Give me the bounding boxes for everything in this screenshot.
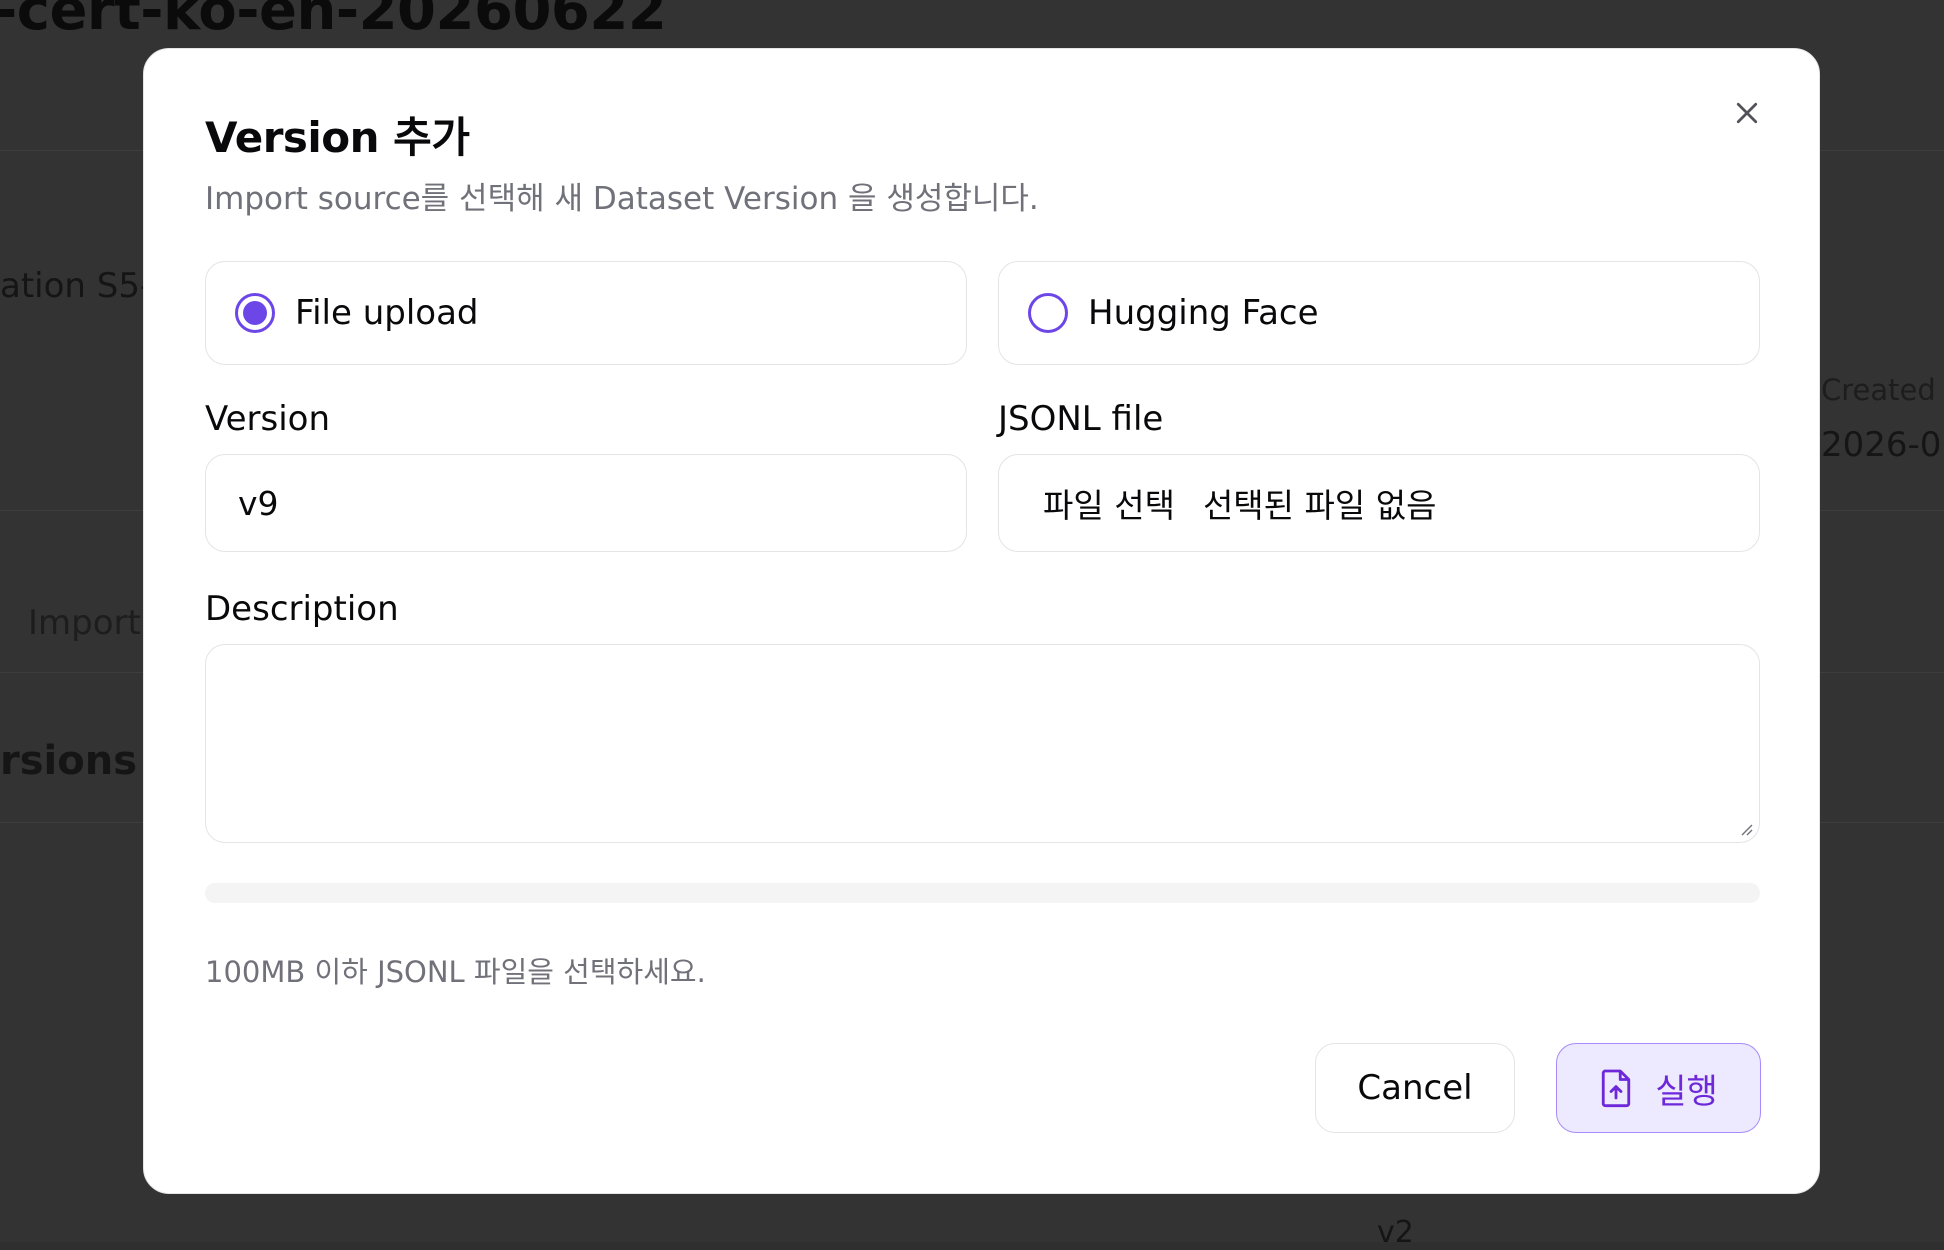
radio-unchecked-icon[interactable]	[1028, 293, 1068, 333]
add-version-dialog: Version 추가 Import source를 선택해 새 Dataset …	[143, 48, 1820, 1194]
run-button-label: 실행	[1655, 1071, 1718, 1112]
source-option-hugging-face[interactable]: Hugging Face	[998, 261, 1760, 365]
file-hint-text: 100MB 이하 JSONL 파일을 선택하세요.	[205, 955, 706, 989]
source-option-label: File upload	[295, 293, 479, 333]
file-upload-icon	[1599, 1068, 1633, 1108]
jsonl-file-input[interactable]: 파일 선택 선택된 파일 없음	[998, 454, 1760, 552]
background-version-cell: v2	[1377, 1215, 1414, 1250]
source-option-label: Hugging Face	[1088, 293, 1319, 333]
background-text: ation S5-	[0, 266, 153, 306]
import-tab: Import	[28, 603, 141, 643]
resize-handle-icon[interactable]	[1739, 822, 1753, 836]
run-button[interactable]: 실행	[1556, 1043, 1761, 1133]
close-icon	[1736, 102, 1758, 124]
dialog-description: Import source를 선택해 새 Dataset Version 을 생…	[205, 181, 1039, 217]
versions-heading: rsions	[0, 738, 138, 784]
description-textarea[interactable]	[205, 644, 1760, 843]
file-status-text: 선택된 파일 없음	[1202, 486, 1437, 525]
version-input[interactable]: v9	[205, 454, 967, 552]
choose-file-button[interactable]: 파일 선택	[1043, 479, 1175, 527]
page-title: -cert-ko-en-20260622	[0, 0, 667, 43]
source-option-file-upload[interactable]: File upload	[205, 261, 967, 365]
created-label: Created	[1821, 373, 1936, 407]
jsonl-file-label: JSONL file	[998, 399, 1164, 439]
dialog-title: Version 추가	[205, 113, 470, 162]
cancel-button[interactable]: Cancel	[1315, 1043, 1515, 1133]
close-button[interactable]	[1727, 93, 1767, 133]
created-value: 2026-0	[1821, 425, 1942, 465]
radio-checked-icon[interactable]	[235, 293, 275, 333]
version-label: Version	[205, 399, 331, 439]
upload-progress-bar	[205, 883, 1760, 903]
version-input-value: v9	[238, 483, 279, 523]
description-label: Description	[205, 589, 399, 629]
